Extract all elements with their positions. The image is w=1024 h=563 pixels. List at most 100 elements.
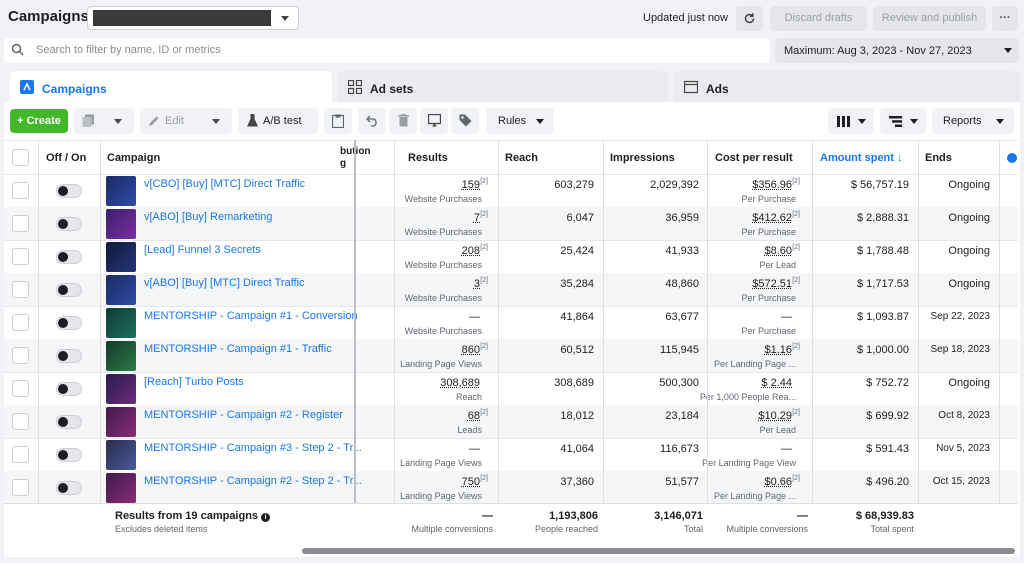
amount-spent-value: $ 752.72 [866, 377, 909, 389]
table-row[interactable]: MENTORSHIP - Campaign #2 - Register 68 [2]… [4, 405, 1018, 438]
campaign-thumbnail [106, 209, 136, 239]
campaign-name-link[interactable]: MENTORSHIP - Campaign #2 - Step 2 - Tr..… [144, 475, 362, 487]
redacted-account-name [93, 10, 271, 26]
campaign-name-link[interactable]: [Lead] Funnel 3 Secrets [144, 244, 261, 256]
review-publish-button[interactable]: Review and publish [873, 6, 986, 31]
campaign-thumbnail [106, 275, 136, 305]
row-checkbox[interactable] [12, 380, 29, 397]
impressions-value: 116,673 [660, 443, 699, 455]
tab-ad-sets[interactable]: Ad sets [338, 71, 668, 103]
campaign-toggle[interactable] [56, 184, 82, 198]
table-row[interactable]: v[CBO] [Buy] [MTC] Direct Traffic 159 [2] W… [4, 174, 1018, 207]
add-column-icon[interactable] [1007, 153, 1017, 163]
select-all-checkbox[interactable] [12, 149, 29, 166]
table-row[interactable]: v[ABO] [Buy] [MTC] Direct Traffic 3 [2] Web… [4, 273, 1018, 306]
col-cost-per-result[interactable]: Cost per result [715, 152, 793, 164]
campaign-toggle[interactable] [56, 217, 82, 231]
table-row[interactable]: MENTORSHIP - Campaign #2 - Step 2 - Tr..… [4, 471, 1018, 504]
reports-button[interactable]: Reports [932, 108, 1014, 134]
campaign-name-link[interactable]: v[ABO] [Buy] Remarketing [144, 211, 272, 223]
campaign-toggle[interactable] [56, 283, 82, 297]
col-impressions[interactable]: Impressions [610, 152, 675, 164]
campaign-name-link[interactable]: MENTORSHIP - Campaign #1 - Conversion [144, 310, 358, 322]
campaign-toggle[interactable] [56, 448, 82, 462]
table-row[interactable]: [Reach] Turbo Posts 308,689 Reach 308,689 50… [4, 372, 1018, 405]
row-checkbox[interactable] [12, 413, 29, 430]
campaign-toggle[interactable] [56, 349, 82, 363]
results-type: Landing Page Views [400, 359, 482, 369]
table-row[interactable]: MENTORSHIP - Campaign #1 - Traffic 860 [2]… [4, 339, 1018, 372]
more-options-button[interactable]: ··· [992, 6, 1018, 31]
cost-per-result-value: — [781, 443, 792, 455]
campaigns-icon [20, 80, 34, 94]
info-icon[interactable]: i [261, 513, 271, 522]
edit-label: Edit [165, 115, 184, 127]
account-selector[interactable] [87, 6, 299, 30]
total-reach-sub: People reached [534, 524, 598, 534]
row-checkbox[interactable] [12, 281, 29, 298]
delete-button[interactable] [389, 108, 417, 134]
reach-value: 41,864 [560, 311, 594, 323]
tab-ads[interactable]: Ads [674, 71, 1020, 103]
row-checkbox[interactable] [12, 446, 29, 463]
rules-button[interactable]: Rules [486, 108, 554, 134]
refresh-button[interactable] [736, 6, 763, 31]
amount-spent-value: $ 1,717.53 [857, 278, 909, 290]
cost-per-result-value: $8.60 [764, 245, 792, 257]
row-checkbox[interactable] [12, 479, 29, 496]
undo-button[interactable] [358, 108, 386, 134]
edit-button[interactable]: Edit [140, 108, 232, 134]
ab-test-button[interactable]: A/B test [238, 108, 318, 134]
horizontal-scrollbar[interactable] [302, 548, 1015, 554]
campaign-toggle[interactable] [56, 382, 82, 396]
chevron-down-icon [212, 119, 220, 124]
amount-spent-value: $ 1,093.87 [857, 311, 909, 323]
clipboard-button[interactable] [324, 108, 352, 134]
discard-drafts-button[interactable]: Discard drafts [770, 6, 867, 31]
results-type: Website Purchases [404, 194, 482, 204]
row-checkbox[interactable] [12, 347, 29, 364]
campaign-toggle[interactable] [56, 250, 82, 264]
date-range-picker[interactable]: Maximum: Aug 3, 2023 - Nov 27, 2023 [775, 38, 1019, 63]
tag-button[interactable] [451, 108, 479, 134]
row-checkbox[interactable] [12, 314, 29, 331]
table-row[interactable]: MENTORSHIP - Campaign #1 - Conversion — We… [4, 306, 1018, 339]
table-row[interactable]: [Lead] Funnel 3 Secrets 208 [2] Website Pur… [4, 240, 1018, 273]
campaign-name-link[interactable]: v[CBO] [Buy] [MTC] Direct Traffic [144, 178, 305, 190]
campaign-name-link[interactable]: MENTORSHIP - Campaign #3 - Step 2 - Tr..… [144, 442, 362, 454]
duplicate-button[interactable] [74, 108, 134, 134]
table-row[interactable]: v[ABO] [Buy] Remarketing 7 [2] Website Purc… [4, 207, 1018, 240]
totals-row: Results from 19 campaigns i Excludes del… [4, 503, 1018, 547]
col-amount-spent[interactable]: Amount spent ↓ [820, 152, 903, 164]
reach-value: 308,689 [554, 377, 594, 389]
campaign-toggle[interactable] [56, 316, 82, 330]
campaign-toggle[interactable] [56, 415, 82, 429]
row-checkbox[interactable] [12, 182, 29, 199]
campaign-name-link[interactable]: v[ABO] [Buy] [MTC] Direct Traffic [144, 277, 305, 289]
campaign-name-link[interactable]: [Reach] Turbo Posts [144, 376, 244, 388]
row-checkbox[interactable] [12, 215, 29, 232]
campaign-name-link[interactable]: MENTORSHIP - Campaign #1 - Traffic [144, 343, 332, 355]
campaign-thumbnail [106, 374, 136, 404]
totals-title-text: Results from 19 campaigns [115, 510, 259, 522]
impressions-value: 23,184 [665, 410, 699, 422]
columns-button[interactable] [828, 108, 874, 134]
table-row[interactable]: MENTORSHIP - Campaign #3 - Step 2 - Tr..… [4, 438, 1018, 471]
columns-icon [837, 116, 850, 127]
create-button[interactable]: + Create [10, 109, 68, 133]
reach-value: 35,284 [560, 278, 594, 290]
col-ends[interactable]: Ends [925, 152, 952, 164]
campaign-name-link[interactable]: MENTORSHIP - Campaign #2 - Register [144, 409, 343, 421]
col-reach[interactable]: Reach [505, 152, 538, 164]
reach-value: 25,424 [560, 245, 594, 257]
tab-campaigns[interactable]: Campaigns [10, 71, 332, 103]
col-divider [100, 140, 101, 547]
preview-button[interactable] [420, 108, 448, 134]
col-results[interactable]: Results [408, 152, 448, 164]
search-input[interactable]: Search to filter by name, ID or metrics [4, 38, 770, 63]
row-checkbox[interactable] [12, 248, 29, 265]
col-campaign[interactable]: Campaign [107, 152, 160, 164]
breakdown-button[interactable] [880, 108, 926, 134]
total-cpr: — [797, 510, 808, 522]
campaign-toggle[interactable] [56, 481, 82, 495]
